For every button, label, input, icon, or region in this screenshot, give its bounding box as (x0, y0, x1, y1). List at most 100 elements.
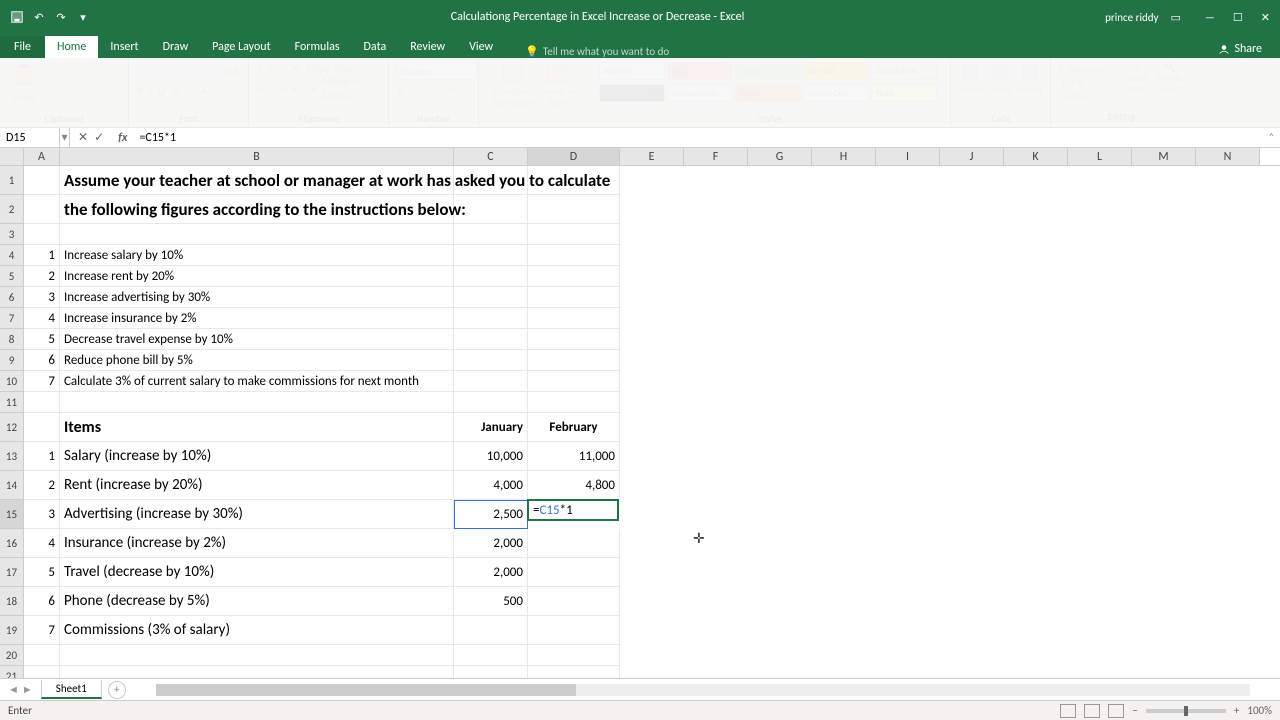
align-bot-icon[interactable]: ≡ (280, 62, 285, 75)
cell[interactable] (454, 195, 528, 224)
copy-button[interactable]: ⎘Copy (44, 77, 120, 90)
zoom-slider[interactable] (1146, 709, 1226, 713)
delete-cells-button[interactable]: Delete (988, 62, 1013, 96)
cell[interactable] (528, 287, 620, 308)
row-header[interactable]: 6 (0, 287, 24, 308)
merge-button[interactable]: Merge & Cente... (322, 75, 380, 101)
add-sheet-button[interactable]: + (108, 681, 126, 699)
tab-data[interactable]: Data (352, 36, 399, 58)
enter-formula-icon[interactable]: ✓ (94, 130, 104, 145)
cell[interactable]: 11,000 (528, 442, 620, 471)
cell[interactable] (528, 308, 620, 329)
cell[interactable]: 4,800 (528, 471, 620, 500)
cell[interactable]: Decrease travel expense by 10% (60, 329, 454, 350)
row-header[interactable]: 15 (0, 500, 24, 529)
align-right-icon[interactable]: ≡ (280, 82, 285, 95)
indent-dec-icon[interactable]: ⇤ (292, 82, 301, 95)
sheet-tab[interactable]: Sheet1 (41, 680, 102, 699)
sheet-next-icon[interactable]: ► (22, 683, 33, 696)
cell[interactable]: Salary (increase by 10%) (60, 442, 454, 471)
cell[interactable]: 3 (24, 500, 60, 529)
align-top-icon[interactable]: ≡ (257, 62, 262, 75)
row-header[interactable]: 7 (0, 308, 24, 329)
cut-button[interactable]: ✂Cut (44, 62, 120, 75)
cell[interactable]: the following figures according to the i… (60, 195, 454, 224)
col-header-I[interactable]: I (876, 148, 940, 165)
cell[interactable] (528, 166, 620, 195)
horizontal-scrollbar[interactable] (156, 684, 1250, 696)
col-header-B[interactable]: B (60, 148, 454, 165)
tab-file[interactable]: File (0, 36, 45, 58)
row-header[interactable]: 21 (0, 666, 24, 678)
cell[interactable] (528, 224, 620, 245)
italic-button[interactable]: I (149, 84, 152, 97)
cell[interactable] (454, 329, 528, 350)
cell[interactable] (24, 224, 60, 245)
cell[interactable] (528, 587, 620, 616)
format-as-table-button[interactable]: Format as Table (537, 62, 577, 109)
cell[interactable] (528, 645, 620, 666)
col-header-M[interactable]: M (1132, 148, 1196, 165)
bold-button[interactable]: B (137, 84, 143, 97)
cell[interactable]: 10,000 (454, 442, 528, 471)
font-color-icon[interactable]: A (201, 84, 207, 97)
cell[interactable]: 4,000 (454, 471, 528, 500)
qat-customize-icon[interactable]: ▾ (76, 10, 90, 24)
cell[interactable]: 2 (24, 266, 60, 287)
fill-color-icon[interactable]: ◇ (186, 84, 194, 97)
zoom-level[interactable]: 100% (1247, 704, 1272, 717)
cell[interactable]: 500 (454, 587, 528, 616)
style-note[interactable]: Note (871, 84, 937, 102)
row-header[interactable]: 9 (0, 350, 24, 371)
row-header[interactable]: 14 (0, 471, 24, 500)
cell[interactable] (454, 392, 528, 413)
formula-input[interactable]: =C15*1 (133, 131, 1280, 145)
number-format-select[interactable]: Custom (397, 62, 477, 80)
dec-decimal-icon[interactable]: .00 (446, 84, 460, 97)
tell-me[interactable]: 💡 Tell me what you want to do (525, 45, 669, 58)
cell[interactable]: 1 (24, 442, 60, 471)
cell[interactable]: Increase advertising by 30% (60, 287, 454, 308)
cell[interactable] (528, 392, 620, 413)
row-header[interactable]: 20 (0, 645, 24, 666)
conditional-formatting-button[interactable]: Conditional Formatting (493, 62, 533, 109)
cell[interactable] (60, 666, 454, 678)
tab-page-layout[interactable]: Page Layout (200, 36, 282, 58)
col-header-D[interactable]: D (528, 148, 620, 165)
autosum-button[interactable]: ΣAutoSum (1059, 62, 1104, 75)
cell[interactable] (60, 392, 454, 413)
undo-icon[interactable]: ↶ (32, 10, 46, 24)
ribbon-options-icon[interactable]: ▭ (1171, 11, 1181, 24)
row-header[interactable]: 13 (0, 442, 24, 471)
grow-font-icon[interactable]: A (223, 65, 229, 78)
zoom-out-icon[interactable]: − (1132, 704, 1137, 717)
cell[interactable]: 1 (24, 245, 60, 266)
style-neutral[interactable]: Neutral (803, 62, 869, 80)
cell[interactable] (60, 645, 454, 666)
cell[interactable] (528, 616, 620, 645)
tab-view[interactable]: View (457, 36, 505, 58)
style-calculation[interactable]: Calculation (871, 62, 937, 80)
minimize-icon[interactable]: — (1205, 11, 1215, 24)
cell[interactable] (24, 166, 60, 195)
cell[interactable] (528, 666, 620, 678)
style-input[interactable]: Input (735, 84, 801, 102)
share-button[interactable]: Share (1210, 40, 1270, 58)
row-header[interactable]: 3 (0, 224, 24, 245)
align-mid-icon[interactable]: ≡ (269, 62, 274, 75)
cell[interactable]: 2,000 (454, 558, 528, 587)
col-header-E[interactable]: E (620, 148, 684, 165)
font-size-input[interactable] (196, 62, 220, 80)
cell[interactable] (454, 350, 528, 371)
underline-button[interactable]: U (158, 84, 165, 97)
orientation-icon[interactable]: ⟲ (292, 62, 301, 75)
cell[interactable] (454, 308, 528, 329)
col-header-N[interactable]: N (1196, 148, 1260, 165)
select-all-corner[interactable] (0, 148, 24, 165)
cell[interactable]: Calculate 3% of current salary to make c… (60, 371, 454, 392)
cell[interactable] (528, 266, 620, 287)
row-header[interactable]: 11 (0, 392, 24, 413)
col-header-H[interactable]: H (812, 148, 876, 165)
paste-button[interactable]: Paste (8, 62, 40, 105)
cell[interactable] (454, 266, 528, 287)
